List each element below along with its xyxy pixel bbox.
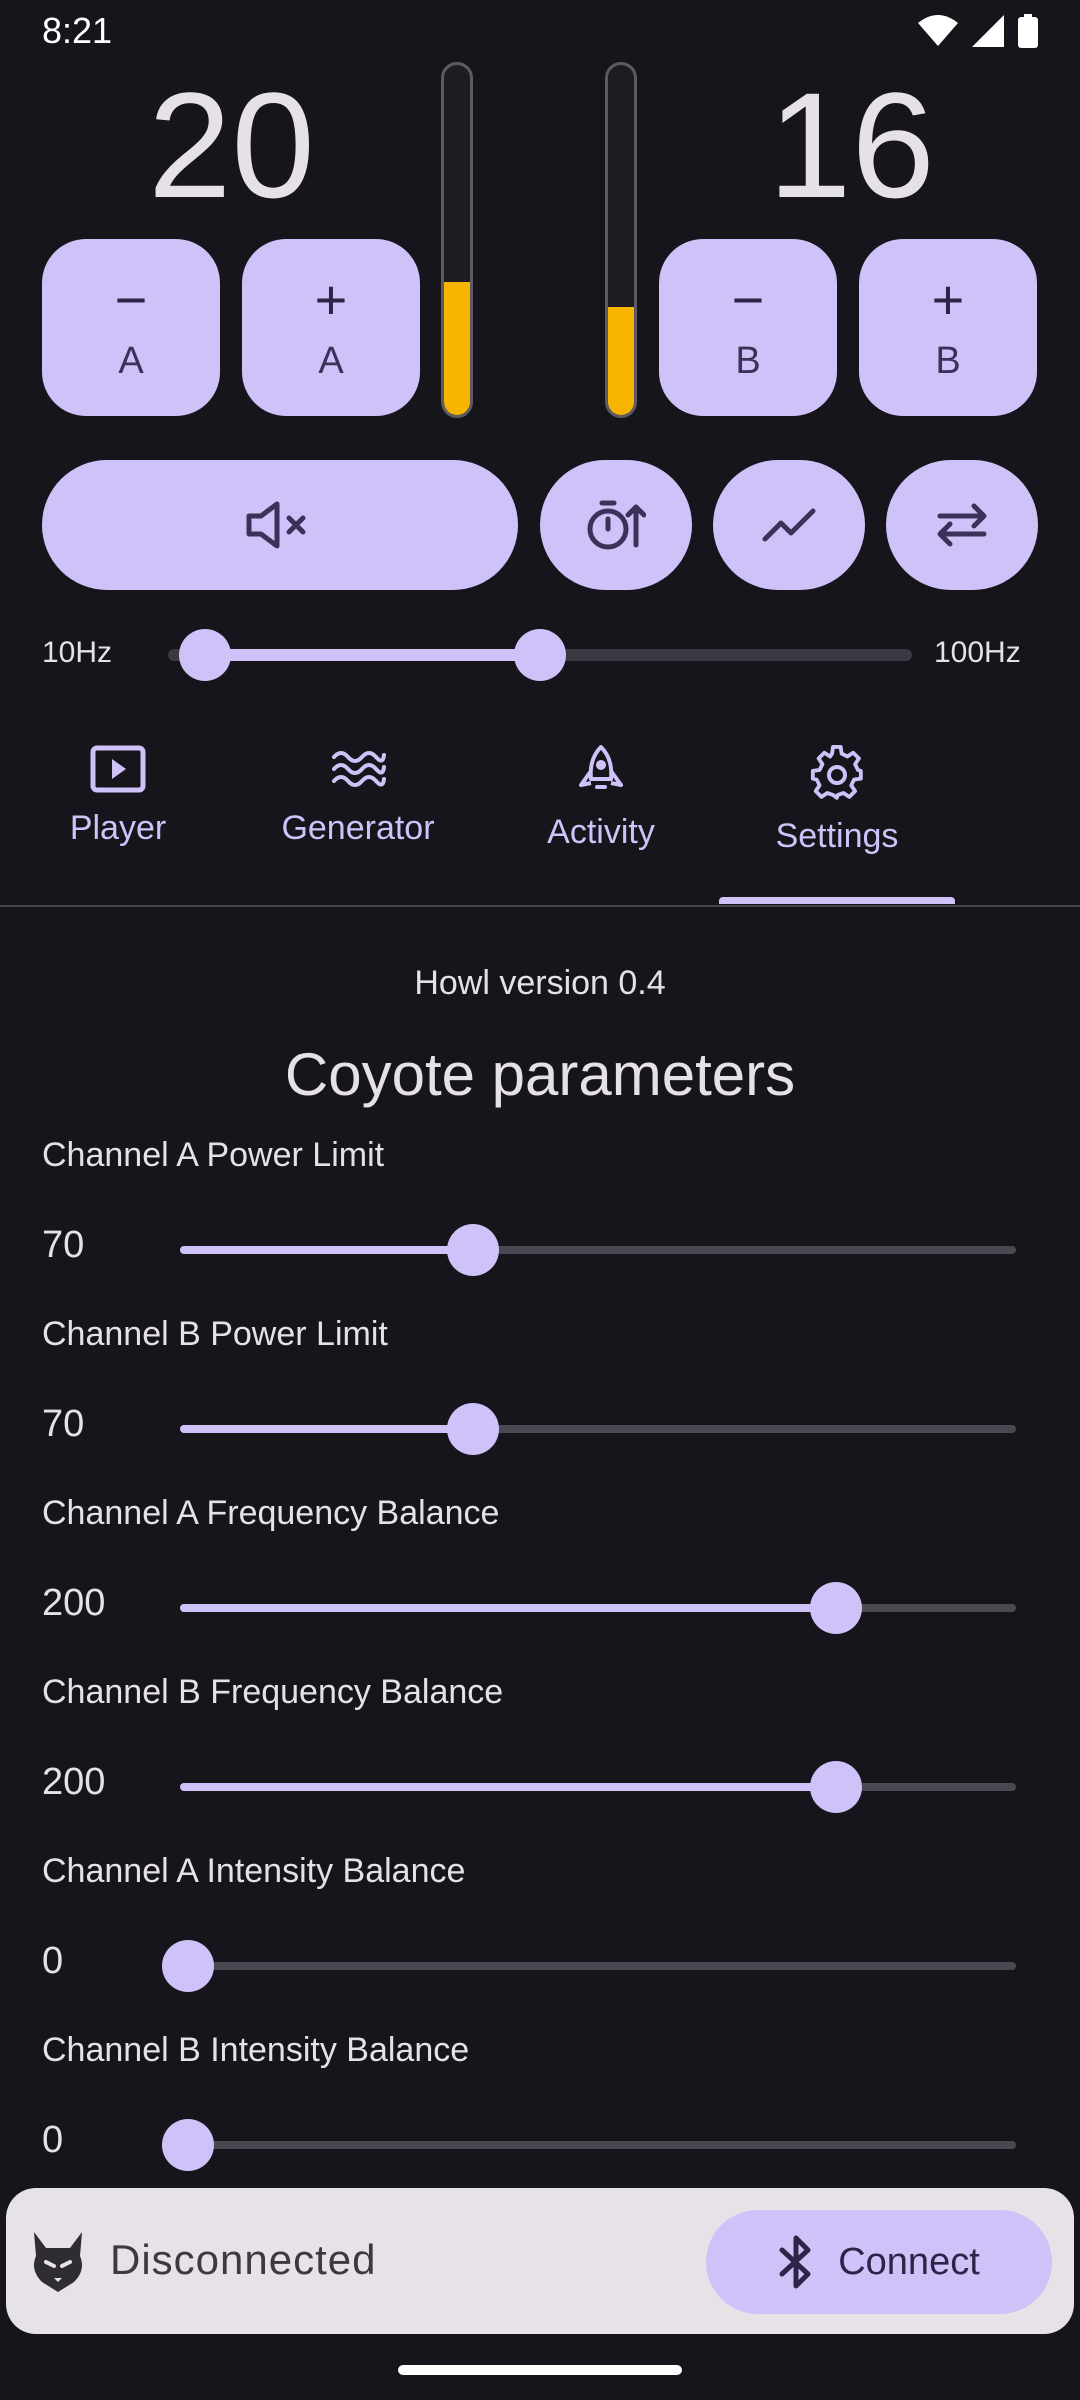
cell-signal-icon (972, 15, 1004, 47)
tab-label: Generator (281, 809, 435, 847)
frequency-high-thumb[interactable] (514, 629, 566, 681)
speaker-mute-icon (246, 501, 306, 549)
param-value: 0 (42, 1940, 64, 1982)
decrease-a-button[interactable]: − A (42, 239, 220, 416)
channel-a-power: 20 (148, 61, 315, 229)
param-slider[interactable] (180, 1604, 1016, 1612)
tab-divider (0, 905, 1080, 907)
gear-icon (810, 745, 863, 800)
timer-up-icon (587, 500, 646, 550)
param-slider[interactable] (180, 1783, 1016, 1791)
frequency-range-fill (205, 649, 540, 661)
param-label: Channel B Frequency Balance (42, 1673, 504, 1711)
tab-label: Player (69, 809, 167, 847)
param-value: 70 (42, 1403, 85, 1445)
param-slider-fill (180, 1783, 837, 1791)
param-slider[interactable] (180, 2141, 1016, 2149)
increase-b-button[interactable]: + B (859, 239, 1037, 416)
param-slider-thumb[interactable] (810, 1582, 863, 1634)
param-label: Channel B Power Limit (42, 1315, 388, 1353)
button-label: B (735, 340, 761, 382)
param-label: Channel A Intensity Balance (42, 1852, 466, 1890)
channel-b-power: 16 (768, 61, 935, 229)
tab-player[interactable]: Player (3, 745, 233, 848)
app-version: Howl version 0.4 (414, 964, 666, 1002)
tab-label: Activity (547, 813, 655, 851)
param-label: Channel A Power Limit (42, 1136, 385, 1174)
param-value: 200 (42, 1582, 106, 1624)
channel-a-meter-fill (444, 282, 470, 415)
param-slider-thumb[interactable] (162, 2119, 214, 2171)
rocket-icon (579, 745, 623, 789)
chart-button[interactable] (713, 460, 865, 590)
param-slider-thumb[interactable] (446, 1403, 499, 1455)
status-icons (918, 14, 1038, 48)
frequency-max-label: 100Hz (934, 636, 1021, 669)
param-slider-thumb[interactable] (446, 1224, 499, 1276)
param-value: 0 (42, 2119, 64, 2161)
param-slider[interactable] (180, 1246, 1016, 1254)
channel-b-meter (605, 62, 637, 418)
status-time: 8:21 (42, 10, 113, 51)
swap-button[interactable] (886, 460, 1038, 590)
connection-status: Disconnected (110, 2236, 377, 2283)
tab-generator[interactable]: Generator (243, 745, 473, 848)
plus-icon: + (314, 268, 348, 331)
gesture-nav-handle[interactable] (398, 2365, 682, 2375)
tab-activity[interactable]: Activity (486, 745, 716, 852)
decrease-b-button[interactable]: − B (659, 239, 837, 416)
trend-line-icon (762, 508, 816, 542)
frequency-low-thumb[interactable] (179, 629, 232, 681)
mute-button[interactable] (42, 460, 518, 590)
param-slider-thumb[interactable] (162, 1940, 214, 1992)
minus-icon: − (114, 268, 148, 331)
param-slider-fill (180, 1425, 473, 1433)
wifi-icon (918, 15, 958, 46)
connect-button[interactable]: Connect (706, 2210, 1052, 2314)
button-label: B (935, 340, 961, 382)
button-label: A (318, 340, 344, 382)
channel-b-meter-fill (608, 306, 634, 415)
param-value: 200 (42, 1761, 106, 1803)
minus-icon: − (731, 268, 765, 331)
increase-a-button[interactable]: + A (242, 239, 420, 416)
battery-icon (1018, 14, 1038, 48)
bluetooth-icon (779, 2235, 811, 2289)
tab-label: Settings (775, 817, 899, 855)
button-label: A (118, 340, 144, 382)
plus-icon: + (931, 268, 965, 331)
timer-button[interactable] (540, 460, 692, 590)
swap-arrows-icon (937, 503, 987, 547)
param-slider-thumb[interactable] (810, 1761, 863, 1813)
param-slider[interactable] (180, 1962, 1016, 1970)
param-label: Channel B Intensity Balance (42, 2031, 470, 2069)
channel-a-meter (441, 62, 473, 418)
frequency-min-label: 10Hz (42, 636, 113, 669)
param-value: 70 (42, 1224, 85, 1266)
param-slider[interactable] (180, 1425, 1016, 1433)
tab-settings[interactable]: Settings (722, 745, 952, 856)
play-icon (90, 745, 146, 793)
connect-label: Connect (838, 2240, 980, 2283)
param-slider-fill (180, 1604, 837, 1612)
param-label: Channel A Frequency Balance (42, 1494, 500, 1532)
waves-icon (332, 751, 386, 787)
param-slider-fill (180, 1246, 473, 1254)
section-title: Coyote parameters (284, 1041, 796, 1108)
wolf-logo-icon (34, 2232, 82, 2292)
selected-tab-indicator (719, 897, 955, 904)
